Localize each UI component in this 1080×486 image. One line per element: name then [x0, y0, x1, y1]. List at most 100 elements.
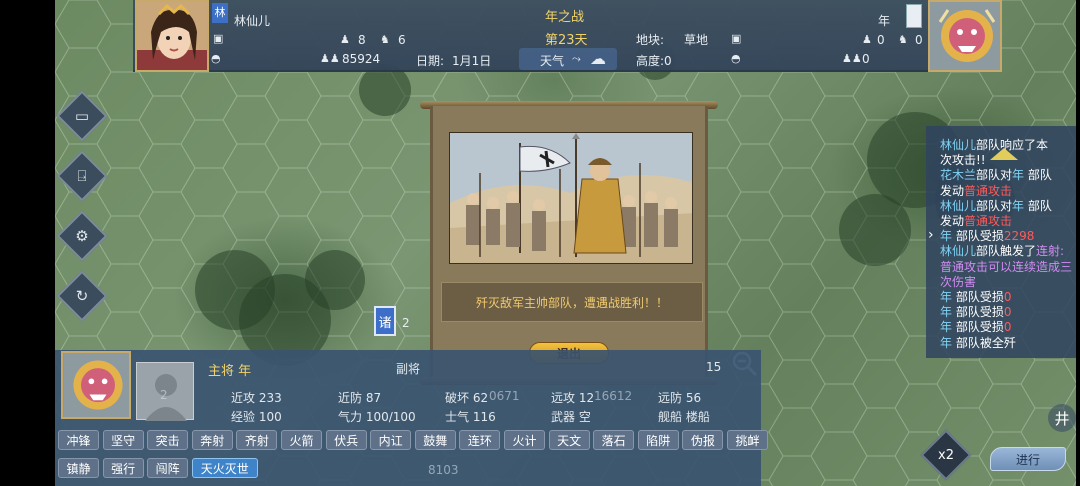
skill-button[interactable]: 强行 — [102, 458, 144, 478]
grid-icon: 井 — [1054, 409, 1070, 428]
log-segment: 年 — [1012, 198, 1025, 213]
weather-label: 天气 — [540, 54, 565, 68]
log-line: 年 部队受损0 — [940, 305, 1070, 320]
commander-label: 主将 年 — [208, 364, 252, 379]
skill-button[interactable]: 伪报 — [682, 430, 724, 450]
skill-button[interactable]: 伏兵 — [325, 430, 367, 450]
log-line: 年 部队被全歼 — [940, 336, 1070, 351]
foot-soldier-icon: ♟ — [340, 33, 350, 46]
proceed-button[interactable]: 进行 — [990, 447, 1066, 471]
skill-button[interactable]: 闯阵 — [147, 458, 189, 478]
battle-result-dialog: 歼灭敌军主帅部队，遭遇战胜利！！ 退出 — [430, 106, 708, 380]
battle-day: 第23天 — [545, 33, 588, 48]
enemy-foot-count: 0 — [877, 33, 885, 47]
commander-portrait[interactable] — [61, 351, 131, 419]
enemy-ship-icon: ▣ — [731, 32, 742, 45]
skill-button[interactable]: 奔射 — [191, 430, 233, 450]
skill-button[interactable]: 挑衅 — [727, 430, 768, 450]
faded-number-5: 2 — [160, 388, 168, 402]
log-segment: 发动 — [940, 183, 965, 198]
ship-icon: ▣ — [213, 32, 224, 45]
skill-button[interactable]: 火箭 — [281, 430, 322, 450]
log-line: 年 部队受损0 — [940, 320, 1070, 335]
battle-illustration — [449, 132, 693, 264]
log-line: 普通攻击可以连续造成三 — [940, 260, 1072, 275]
speed-label: x2 — [938, 447, 954, 463]
skill-button[interactable]: 突击 — [147, 430, 189, 450]
right-black-bar — [1076, 0, 1080, 486]
log-segment: 0 — [1003, 305, 1012, 320]
log-collapse-icon[interactable] — [988, 146, 1020, 165]
log-line: 次伤害 — [940, 275, 1070, 290]
stat-weapon: 武器 空 — [551, 410, 591, 424]
enemy-cavalry-icon: ♞ — [898, 33, 908, 46]
log-segment: 0 — [1003, 320, 1012, 335]
log-segment: 次伤害 — [940, 274, 977, 289]
stat-melee-defense: 近防 87 — [338, 391, 382, 405]
troops-icon: ♟♟ — [320, 52, 340, 65]
skill-button[interactable]: 火计 — [504, 430, 545, 450]
stat-ship: 舰船 楼船 — [658, 410, 710, 424]
faded-number-1: 0671 — [489, 389, 520, 403]
player-general-name: 林仙儿 — [234, 14, 271, 28]
log-segment: 部队受损 — [952, 229, 1004, 244]
log-line: 林仙儿部队对年 部队 — [940, 199, 1070, 214]
general-faction-badge: 林 — [212, 3, 228, 23]
log-pointer-icon: › — [928, 227, 934, 243]
player-troop-total: 85924 — [342, 52, 381, 66]
log-segment: 部队受损 — [952, 305, 1004, 320]
skill-button[interactable]: 坚守 — [102, 430, 144, 450]
map-unit-badge[interactable]: 诸 — [374, 306, 396, 336]
log-line: 林仙儿部队触发了连射: — [940, 244, 1070, 259]
battle-title: 年之战 — [545, 10, 585, 25]
stat-destroy: 破坏 62 — [445, 391, 489, 405]
stat-range-attack: 远攻 12 — [551, 391, 595, 405]
supply-icon: ◓ — [211, 52, 221, 65]
terrain-label: 地块: — [636, 33, 665, 47]
skill-button[interactable]: 连环 — [459, 430, 501, 450]
skill-button[interactable]: 天文 — [548, 430, 590, 450]
stat-melee-attack: 近攻 233 — [231, 391, 282, 405]
skill-button[interactable]: 陷阱 — [637, 430, 679, 450]
log-segment: 普通攻击 — [964, 183, 1013, 198]
enemy-horse-count: 0 — [915, 33, 923, 47]
log-segment: 年 — [940, 229, 953, 244]
grid-toggle-button[interactable]: 井 — [1048, 404, 1076, 432]
skill-button[interactable]: 鼓舞 — [414, 430, 456, 450]
enemy-faction-flag — [906, 4, 922, 28]
skill-button[interactable]: 冲锋 — [58, 430, 99, 450]
log-segment: 部队受损 — [952, 290, 1004, 305]
log-segment: 部队触发了 — [976, 244, 1037, 259]
log-segment: 花木兰 — [940, 168, 977, 183]
refresh-icon: ↻ — [75, 287, 89, 305]
log-segment: 年 — [940, 305, 953, 320]
player-horse-count: 6 — [398, 33, 406, 47]
skill-button[interactable]: 落石 — [593, 430, 635, 450]
log-line: 发动普通攻击 — [940, 214, 1070, 229]
log-segment: 年 — [940, 320, 953, 335]
enemy-supply-icon: ◓ — [731, 52, 741, 65]
exit-door-icon: ⍈ — [77, 167, 87, 185]
stat-morale: 士气 116 — [445, 410, 496, 424]
skill-button[interactable]: 镇静 — [58, 458, 99, 478]
log-segment: 连射: — [1036, 244, 1065, 259]
battle-result-message: 歼灭敌军主帅部队，遭遇战胜利！！ — [441, 282, 703, 322]
stat-strength: 气力 100/100 — [338, 410, 416, 424]
skill-button[interactable]: 齐射 — [236, 430, 278, 450]
log-line: 年 部队受损2298 — [940, 229, 1070, 244]
log-segment: 0 — [1003, 290, 1012, 305]
skill-button[interactable]: 内讧 — [370, 430, 412, 450]
player-general-portrait[interactable] — [135, 0, 209, 72]
log-line: 花木兰部队对年 部队 — [940, 168, 1070, 183]
log-segment: 2298 — [1003, 229, 1035, 244]
enemy-troop-total: 0 — [862, 52, 870, 66]
date-value: 1月1日 — [452, 54, 492, 68]
height-label: 高度:0 — [636, 54, 672, 68]
cavalry-icon: ♞ — [380, 33, 390, 46]
log-segment: 林仙儿 — [940, 138, 977, 152]
left-black-bar — [0, 0, 55, 486]
skill-button-active[interactable]: 天火灭世 — [191, 458, 258, 478]
enemy-general-portrait[interactable] — [928, 0, 1002, 72]
enemy-general-name: 年 — [878, 14, 891, 28]
log-segment: 部队 — [1024, 198, 1052, 213]
